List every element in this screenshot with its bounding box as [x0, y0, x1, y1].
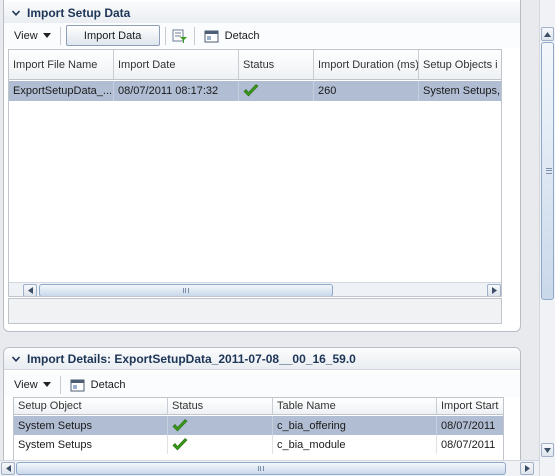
panel-title: Import Details: ExportSetupData_2011-07-… [27, 351, 356, 366]
import-data-label: Import Data [83, 29, 142, 42]
horizontal-scrollbar[interactable] [9, 282, 501, 296]
scroll-right-arrow[interactable] [520, 462, 534, 475]
green-check-icon [172, 437, 188, 450]
query-filter-icon[interactable] [171, 27, 189, 45]
column-header-duration[interactable]: Import Duration (ms) [314, 50, 419, 79]
table-row[interactable]: System Setups c_bia_module 08/07/2011 [14, 435, 503, 454]
table-name-cell: c_bia_module [273, 435, 437, 454]
table-footer [8, 298, 502, 324]
detach-window-icon [69, 376, 87, 394]
green-check-icon [172, 418, 188, 431]
view-menu[interactable]: View [10, 26, 55, 46]
page-scroll-thumb[interactable] [541, 42, 554, 300]
column-header-status[interactable]: Status [239, 50, 314, 79]
column-header-setup-object[interactable]: Setup Object [14, 398, 168, 414]
import-details-header: Import Details: ExportSetupData_2011-07-… [4, 348, 520, 370]
import-files-table: Import File Name Import Date Status Impo… [8, 49, 502, 297]
import-setup-panel: Import Setup Data View Import Data Detac… [3, 0, 521, 332]
import-setup-header: Import Setup Data [4, 1, 520, 25]
green-check-icon [243, 84, 259, 97]
column-header-setup-objects[interactable]: Setup Objects i [419, 50, 501, 79]
view-menu[interactable]: View [10, 375, 55, 395]
setup-objects-cell: System Setups, [419, 81, 501, 101]
import-data-button[interactable]: Import Data [65, 25, 160, 46]
toolbar-separator [59, 375, 61, 394]
chevron-down-icon[interactable] [9, 6, 23, 20]
detach-label: Detach [224, 29, 260, 42]
import-details-panel: Import Details: ExportSetupData_2011-07-… [3, 347, 521, 476]
column-header-import-start[interactable]: Import Start [437, 398, 503, 414]
panel-title: Import Setup Data [27, 5, 131, 20]
scroll-thumb[interactable] [39, 284, 333, 296]
table-header: Import File Name Import Date Status Impo… [9, 50, 501, 80]
dropdown-arrow-icon [42, 32, 51, 38]
scroll-grip-icon [258, 466, 264, 471]
status-cell [168, 435, 273, 454]
column-header-status[interactable]: Status [168, 398, 273, 414]
detach-label: Detach [90, 378, 126, 391]
column-header-import-date[interactable]: Import Date [114, 50, 239, 79]
view-menu-label: View [14, 29, 38, 42]
view-menu-label: View [14, 378, 38, 391]
detach-button[interactable]: Detach [66, 375, 129, 395]
setup-object-cell: System Setups [14, 435, 168, 454]
import-setup-toolbar: View Import Data Detach [4, 23, 520, 48]
status-cell [168, 416, 273, 435]
scroll-grip-icon [546, 168, 552, 174]
chevron-down-icon[interactable] [9, 352, 23, 366]
import-date-cell: 08/07/2011 08:17:32 [114, 81, 239, 101]
page-vertical-scrollbar[interactable] [539, 0, 555, 476]
status-cell [239, 81, 314, 101]
import-start-cell: 08/07/2011 [437, 416, 503, 435]
toolbar-separator [164, 26, 166, 45]
setup-object-cell: System Setups [14, 416, 168, 435]
table-header: Setup Object Status Table Name Import St… [14, 398, 503, 415]
duration-cell: 260 [314, 81, 419, 101]
table-row[interactable]: ExportSetupData_... 08/07/2011 08:17:32 … [9, 81, 501, 101]
detach-window-icon [203, 27, 221, 45]
toolbar-separator [193, 26, 195, 45]
column-header-table-name[interactable]: Table Name [273, 398, 437, 414]
import-details-toolbar: View Detach [4, 372, 520, 397]
scroll-grip-icon [183, 288, 189, 293]
scroll-left-arrow[interactable] [1, 462, 15, 475]
table-row[interactable]: System Setups c_bia_offering 08/07/2011 [14, 416, 503, 435]
scroll-right-arrow[interactable] [487, 284, 501, 296]
scroll-left-arrow[interactable] [23, 284, 37, 296]
scroll-up-arrow[interactable] [541, 27, 554, 41]
import-start-cell: 08/07/2011 [437, 435, 503, 454]
page-hscroll-thumb[interactable] [16, 462, 506, 475]
scroll-down-arrow[interactable] [541, 443, 554, 457]
file-name-cell: ExportSetupData_... [9, 81, 114, 101]
detach-button[interactable]: Detach [200, 26, 263, 46]
page-horizontal-scrollbar[interactable] [0, 460, 539, 476]
toolbar-separator [59, 26, 61, 45]
dropdown-arrow-icon [42, 381, 51, 387]
table-name-cell: c_bia_offering [273, 416, 437, 435]
column-header-file-name[interactable]: Import File Name [9, 50, 114, 79]
